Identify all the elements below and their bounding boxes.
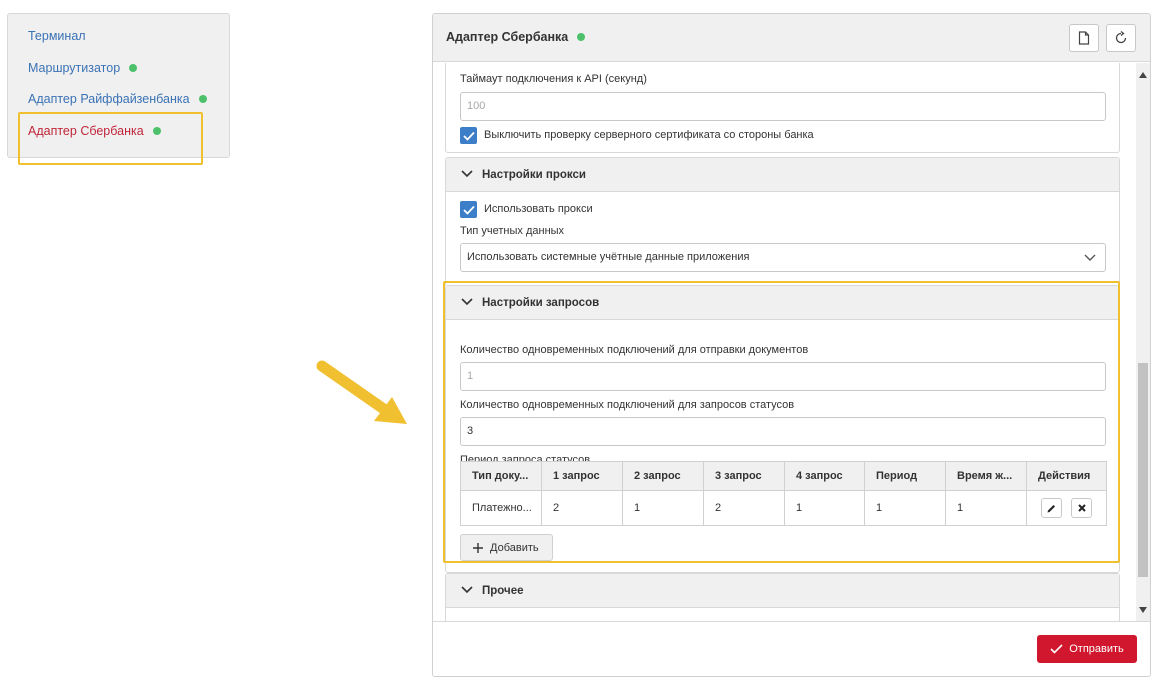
scrollbar-thumb[interactable] [1138, 363, 1148, 577]
cred-type-select[interactable]: Использовать системные учётные данные пр… [460, 243, 1106, 272]
chevron-down-icon [461, 586, 473, 594]
panel-title-text: Адаптер Сбербанка [446, 30, 569, 44]
checkmark-icon [462, 131, 475, 141]
connection-section: Таймаут подключения к API (секунд) 100 В… [445, 63, 1120, 153]
cred-type-label: Тип учетных данных [460, 225, 565, 237]
refresh-icon [1115, 31, 1127, 44]
panel-title: Адаптер Сбербанка [446, 30, 586, 44]
cred-type-value: Использовать системные учётные данные пр… [467, 251, 750, 263]
timeout-label: Таймаут подключения к API (секунд) [460, 73, 647, 85]
file-button[interactable] [1069, 24, 1099, 52]
status-dot [129, 64, 138, 72]
send-button[interactable]: Отправить [1037, 635, 1137, 663]
nav-item-label: Маршрутизатор [28, 61, 121, 75]
panel-header: Адаптер Сбербанка [433, 14, 1150, 62]
nav-item-label: Терминал [28, 29, 86, 43]
proxy-section-header[interactable]: Настройки прокси [446, 158, 1119, 192]
refresh-button[interactable] [1106, 24, 1136, 52]
panel-footer: Отправить [433, 621, 1150, 676]
highlight-frame [18, 112, 203, 165]
use-proxy-label: Использовать прокси [484, 203, 593, 215]
scroll-down-icon[interactable] [1139, 607, 1147, 613]
status-dot [577, 33, 586, 41]
file-icon [1078, 31, 1090, 45]
section-title: Настройки прокси [482, 169, 586, 181]
proxy-section: Настройки прокси Использовать прокси Тип… [445, 157, 1120, 287]
nav-item-label: Адаптер Райффайзенбанка [28, 92, 190, 106]
other-section-header[interactable]: Прочее [446, 574, 1119, 608]
chevron-down-icon [461, 170, 473, 178]
pointer-arrow-icon [316, 360, 407, 424]
timeout-input[interactable]: 100 [460, 92, 1106, 121]
vertical-scrollbar[interactable] [1136, 63, 1150, 621]
use-proxy-checkbox[interactable] [460, 201, 477, 218]
checkmark-icon [462, 205, 475, 215]
scroll-up-icon[interactable] [1139, 72, 1147, 78]
send-button-label: Отправить [1069, 643, 1124, 655]
checkmark-icon [1050, 644, 1063, 654]
nav-item-raiffeisen-adapter[interactable]: Адаптер Райффайзенбанка [28, 92, 207, 106]
other-section: Прочее [445, 573, 1120, 621]
status-dot [198, 95, 207, 103]
section-title: Прочее [482, 585, 524, 597]
nav-item-terminal[interactable]: Терминал [28, 29, 86, 43]
chevron-down-icon [1084, 254, 1096, 261]
nav-item-router[interactable]: Маршрутизатор [28, 61, 138, 75]
cert-check-label: Выключить проверку серверного сертификат… [484, 129, 814, 141]
cert-check-checkbox[interactable] [460, 127, 477, 144]
highlight-frame [443, 281, 1120, 563]
